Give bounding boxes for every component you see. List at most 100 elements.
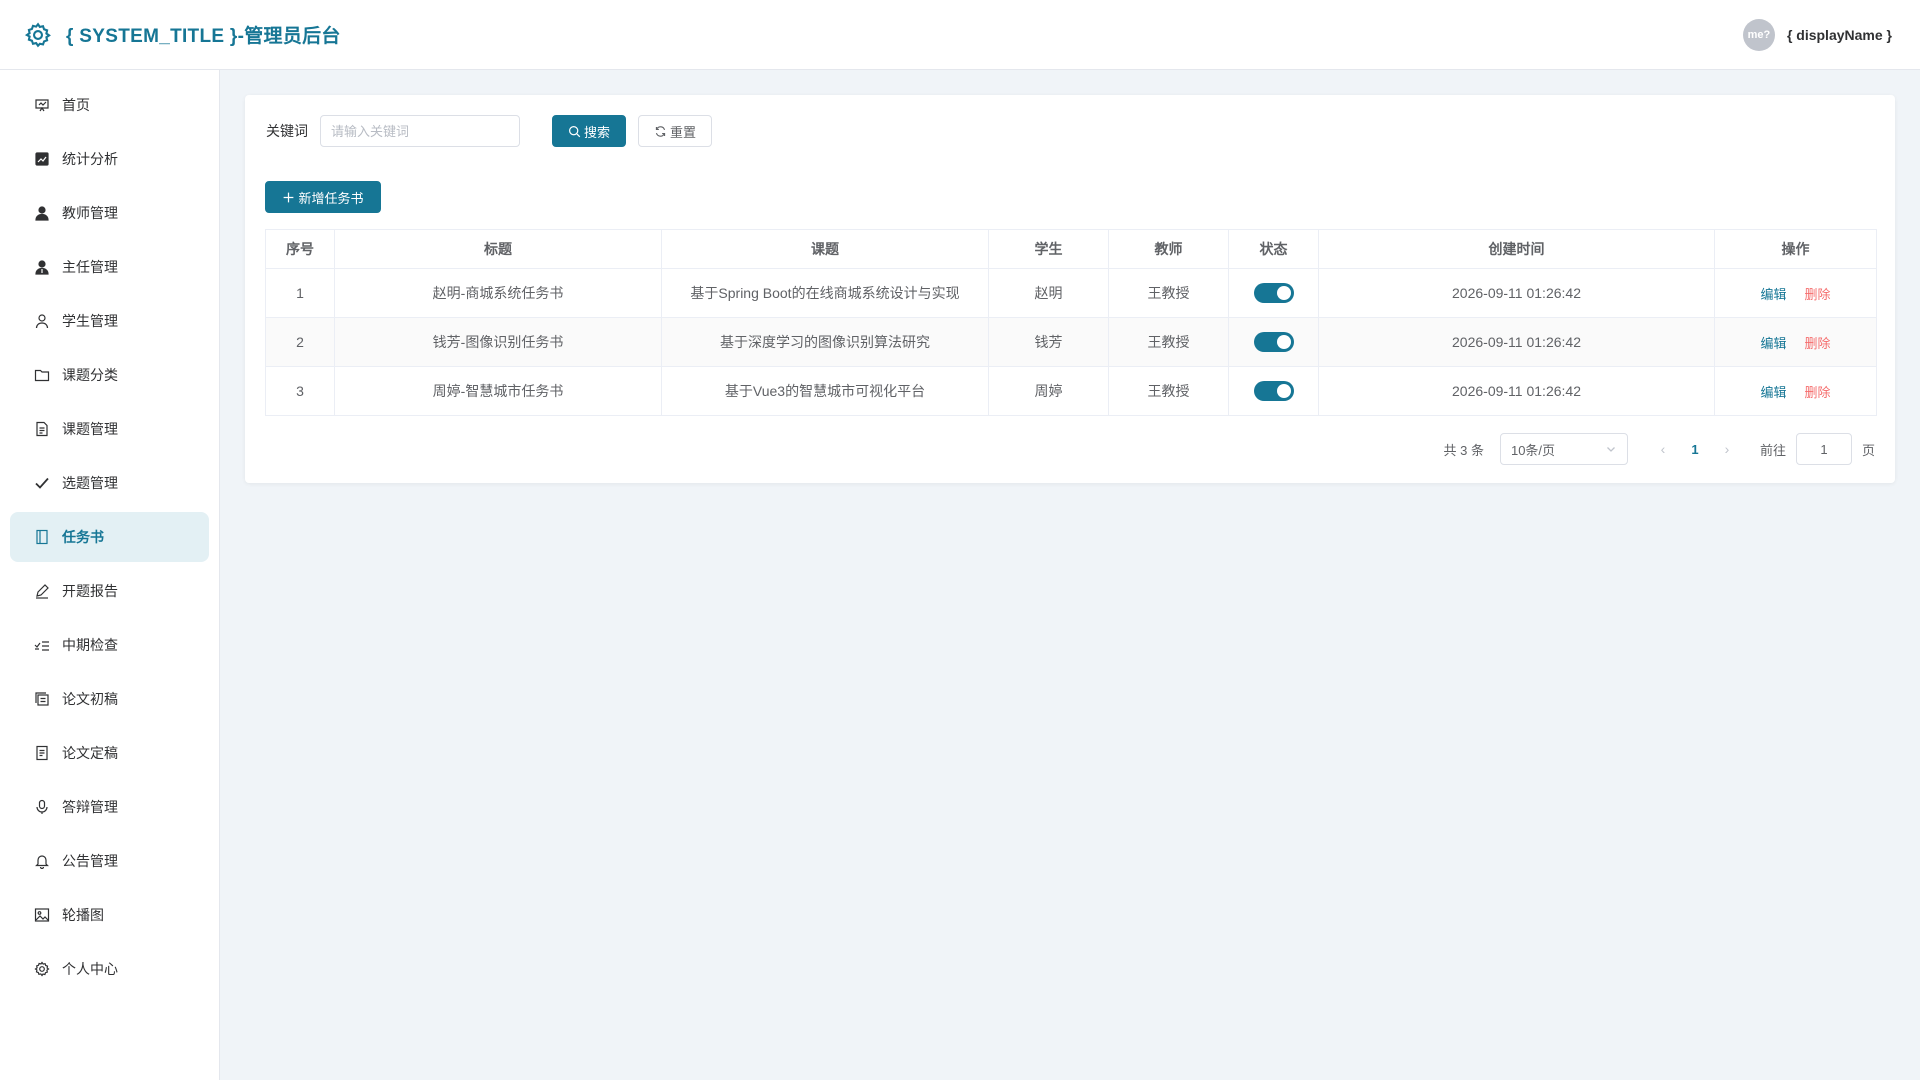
sidebar-item-label: 论文初稿 <box>62 691 118 707</box>
sidebar-item-9[interactable]: 开题报告 <box>10 566 209 616</box>
sidebar-item-1[interactable]: 统计分析 <box>10 134 209 184</box>
page-size-select[interactable]: 10条/页 <box>1499 433 1628 465</box>
sidebar-item-11[interactable]: 论文初稿 <box>10 674 209 724</box>
cell-index: 1 <box>265 268 335 318</box>
display-name[interactable]: { displayName } <box>1787 27 1892 43</box>
cell-teacher: 王教授 <box>1108 317 1229 367</box>
edit-button[interactable]: 编辑 <box>1760 287 1786 302</box>
search-bar: 关键词 搜索 重置 <box>266 115 712 147</box>
sidebar-item-label: 任务书 <box>62 529 104 545</box>
sidebar: 首页 统计分析教师管理主任管理 学生管理 课题分类 课题管理选题管理任务书开题报告中期检… <box>0 70 220 1080</box>
notebook-icon <box>36 529 48 545</box>
task-table: 序号 标题 课题 学生 教师 状态 创建时间 操作 1 赵明-商城系统任务书 基于Spring B… <box>265 229 1877 416</box>
sidebar-item-label: 开题报告 <box>62 583 118 599</box>
bell-icon <box>35 855 49 869</box>
column-header: 课题 <box>661 229 989 269</box>
column-header: 学生 <box>988 229 1109 269</box>
search-icon <box>569 125 581 137</box>
reset-button[interactable]: 重置 <box>638 115 712 147</box>
pagination: 共 3 条 10条/页 ‹ 1 › 前往 页 <box>1443 433 1875 465</box>
user-tie-icon <box>35 260 49 275</box>
edit-button[interactable]: 编辑 <box>1760 385 1786 400</box>
sidebar-item-7[interactable]: 选题管理 <box>10 458 209 508</box>
sidebar-item-16[interactable]: 个人中心 <box>10 944 209 994</box>
cell-actions: 编辑 删除 <box>1714 268 1877 318</box>
delete-button[interactable]: 删除 <box>1805 287 1831 302</box>
goto-label: 前往 <box>1759 442 1786 458</box>
user-menu[interactable]: me? { displayName } <box>1742 18 1892 51</box>
add-task-button[interactable]: 新增任务书 <box>265 181 381 213</box>
folder-icon <box>34 369 50 382</box>
cell-status <box>1228 366 1319 416</box>
column-header: 操作 <box>1714 229 1877 269</box>
table-row: 3 周婷-智慧城市任务书 基于Vue3的智慧城市可视化平台 周婷 王教授 2026-09-… <box>265 366 1877 416</box>
cell-title: 钱芳-图像识别任务书 <box>334 317 662 367</box>
sidebar-item-label: 选题管理 <box>62 475 118 491</box>
cell-teacher: 王教授 <box>1108 268 1229 318</box>
user-filled-icon <box>35 206 49 221</box>
tickets-icon <box>36 745 48 761</box>
cell-topic: 基于深度学习的图像识别算法研究 <box>661 317 989 367</box>
sidebar-item-3[interactable]: 主任管理 <box>10 242 209 292</box>
cell-student: 赵明 <box>988 268 1109 318</box>
sidebar-item-2[interactable]: 教师管理 <box>10 188 209 238</box>
sidebar-item-label: 公告管理 <box>62 853 118 869</box>
goto-page-input[interactable] <box>1795 433 1852 465</box>
prev-page-button[interactable]: ‹ <box>1648 441 1678 457</box>
column-header: 创建时间 <box>1318 229 1715 269</box>
dashboard-icon <box>35 99 49 112</box>
search-button[interactable]: 搜索 <box>552 115 626 147</box>
sidebar-item-label: 中期检查 <box>62 637 118 653</box>
cell-status <box>1228 317 1319 367</box>
check-icon <box>35 477 49 489</box>
sidebar-item-0[interactable]: 首页 <box>10 80 209 130</box>
table-row: 1 赵明-商城系统任务书 基于Spring Boot的在线商城系统设计与实现 赵明 王教… <box>265 268 1877 318</box>
page-size-value: 10条/页 <box>1510 442 1556 458</box>
search-button-label: 搜索 <box>583 124 610 140</box>
system-title: { SYSTEM_TITLE }-管理员后台 <box>66 26 341 47</box>
cell-title: 周婷-智慧城市任务书 <box>334 366 662 416</box>
cell-student: 钱芳 <box>988 317 1109 367</box>
setting-icon <box>34 961 50 977</box>
cell-created: 2026-09-11 01:26:42 <box>1318 366 1715 416</box>
plus-icon <box>284 192 294 202</box>
keyword-input[interactable] <box>320 115 520 147</box>
next-page-button[interactable]: › <box>1712 441 1742 457</box>
sidebar-item-14[interactable]: 公告管理 <box>10 836 209 886</box>
cell-actions: 编辑 删除 <box>1714 317 1877 367</box>
column-header: 状态 <box>1228 229 1319 269</box>
top-header: { SYSTEM_TITLE }-管理员后台 me? { displayName… <box>0 0 1920 70</box>
sidebar-item-15[interactable]: 轮播图 <box>10 890 209 940</box>
status-toggle[interactable] <box>1253 381 1294 401</box>
pagination-total: 共 3 条 <box>1443 442 1484 458</box>
sidebar-item-label: 论文定稿 <box>62 745 118 761</box>
sidebar-item-10[interactable]: 中期检查 <box>10 620 209 670</box>
sidebar-item-8[interactable]: 任务书 <box>10 512 209 562</box>
cell-created: 2026-09-11 01:26:42 <box>1318 317 1715 367</box>
avatar[interactable]: me? <box>1742 18 1775 51</box>
sidebar-item-13[interactable]: 答辩管理 <box>10 782 209 832</box>
cell-index: 2 <box>265 317 335 367</box>
sidebar-item-label: 教师管理 <box>62 205 118 221</box>
sidebar-item-12[interactable]: 论文定稿 <box>10 728 209 778</box>
column-header: 教师 <box>1108 229 1229 269</box>
status-toggle[interactable] <box>1253 283 1294 303</box>
refresh-icon <box>655 125 666 137</box>
table-header-row: 序号 标题 课题 学生 教师 状态 创建时间 操作 <box>265 229 1877 269</box>
goto-suffix: 页 <box>1861 442 1875 458</box>
cell-index: 3 <box>265 366 335 416</box>
table-row: 2 钱芳-图像识别任务书 基于深度学习的图像识别算法研究 钱芳 王教授 2026-09-1… <box>265 317 1877 367</box>
page-number-current[interactable]: 1 <box>1678 442 1712 457</box>
edit-pen-icon <box>36 584 49 599</box>
delete-button[interactable]: 删除 <box>1805 385 1831 400</box>
cell-title: 赵明-商城系统任务书 <box>334 268 662 318</box>
checklist-icon <box>34 641 49 651</box>
cell-actions: 编辑 删除 <box>1714 366 1877 416</box>
sidebar-item-6[interactable]: 课题管理 <box>10 404 209 454</box>
delete-button[interactable]: 删除 <box>1805 336 1831 351</box>
sidebar-item-5[interactable]: 课题分类 <box>10 350 209 400</box>
sidebar-item-4[interactable]: 学生管理 <box>10 296 209 346</box>
chevron-down-icon <box>1607 447 1615 452</box>
edit-button[interactable]: 编辑 <box>1760 336 1786 351</box>
status-toggle[interactable] <box>1253 332 1294 352</box>
